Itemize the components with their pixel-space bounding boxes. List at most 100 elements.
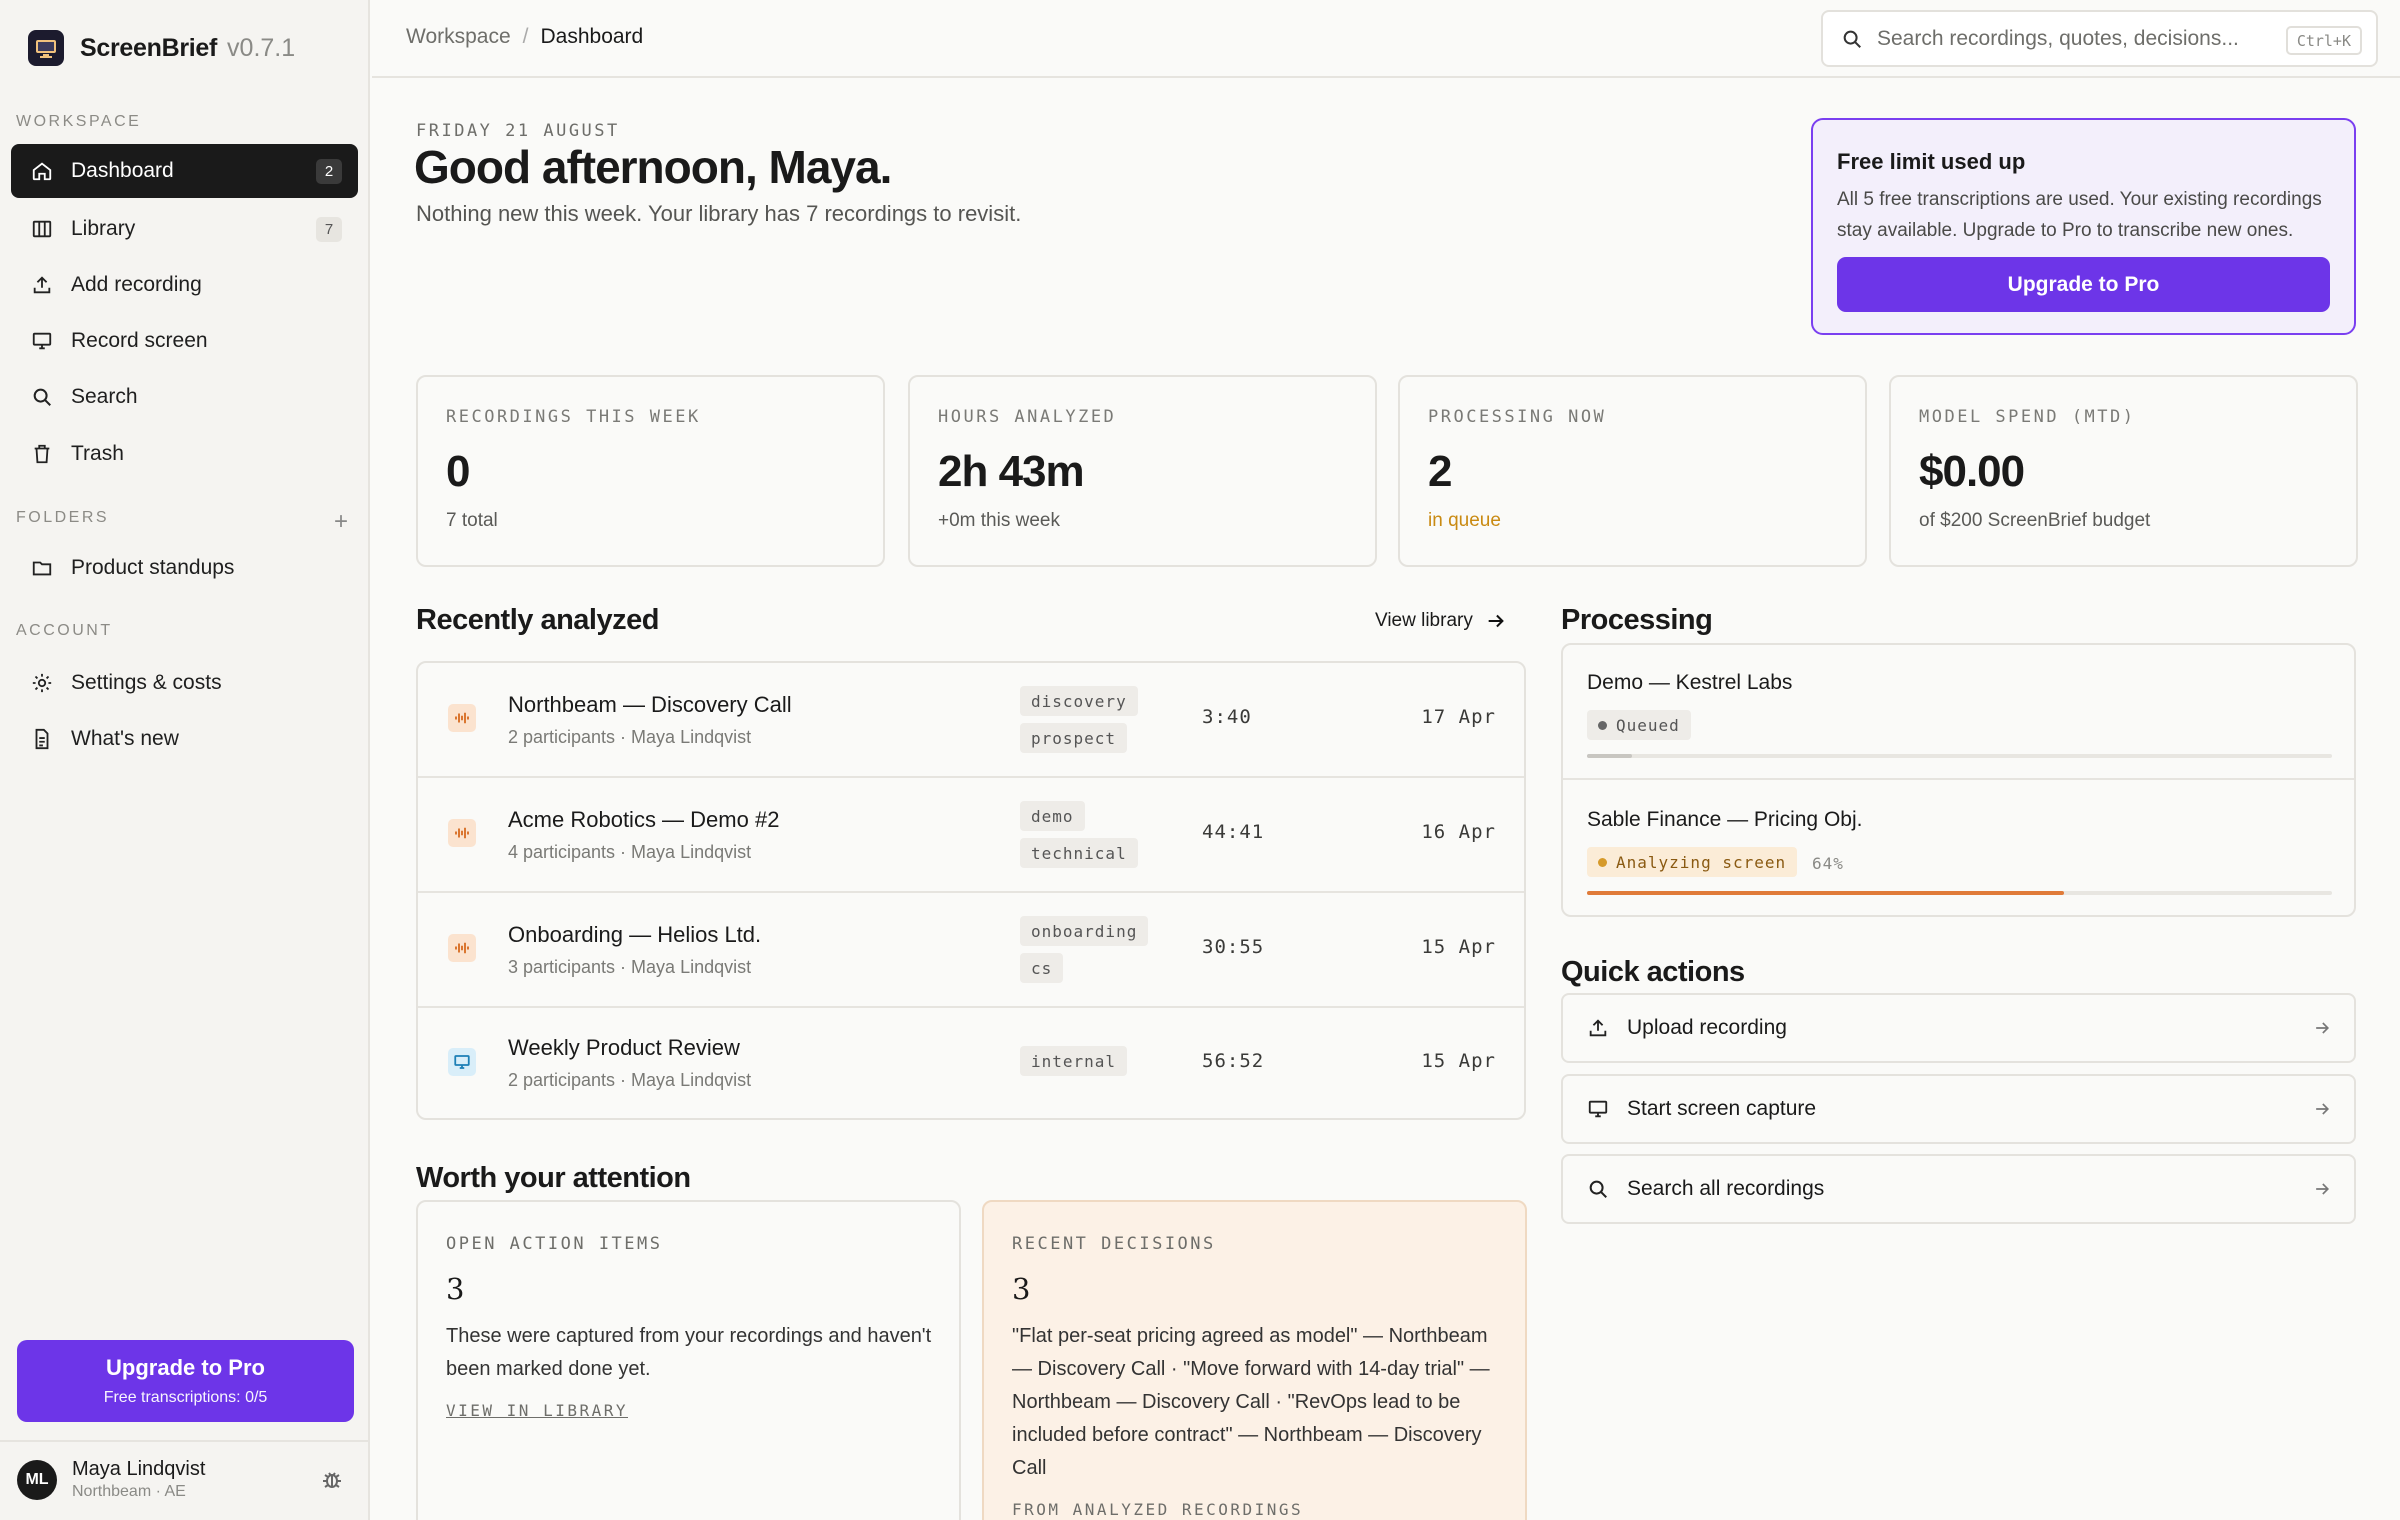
list-item[interactable]: Sable Finance — Pricing Obj. Analyzing s… [1563, 782, 2354, 917]
sidebar-item-whats-new[interactable]: What's new [11, 712, 358, 766]
stat-note: 7 total [446, 510, 498, 531]
page-title: Good afternoon, Maya. [414, 141, 892, 193]
table-row[interactable]: Acme Robotics — Demo #2 4 participants ·… [418, 778, 1524, 893]
stat-card-hours: HOURS ANALYZED 2h 43m +0m this week [908, 375, 1377, 567]
stat-label: MODEL SPEND (MTD) [1919, 407, 2136, 427]
app-logo-icon [28, 30, 64, 66]
library-icon [29, 216, 55, 242]
bug-report-icon[interactable] [320, 1468, 344, 1497]
start-screen-capture-button[interactable]: Start screen capture [1561, 1074, 2356, 1144]
tag: prospect [1020, 723, 1128, 753]
stat-value: 2 [1428, 447, 1453, 496]
recording-title: Northbeam — Discovery Call [508, 692, 792, 717]
search-icon [1587, 1178, 1609, 1200]
limit-title: Free limit used up [1837, 149, 2026, 174]
sidebar-item-library[interactable]: Library 7 [11, 202, 358, 256]
sidebar-upgrade-button[interactable]: Upgrade to Pro Free transcriptions: 0/5 [17, 1340, 354, 1422]
quick-action-label: Upload recording [1627, 1016, 1787, 1039]
dashboard-count-badge: 2 [316, 159, 342, 184]
sidebar-item-settings[interactable]: Settings & costs [11, 656, 358, 710]
table-row[interactable]: Weekly Product Review 2 participants · M… [418, 1008, 1524, 1118]
status-text: Analyzing screen [1616, 852, 1787, 872]
view-in-library-link[interactable]: VIEW IN LIBRARY [446, 1401, 628, 1420]
processing-title: Sable Finance — Pricing Obj. [1587, 808, 1863, 831]
tag: technical [1020, 838, 1138, 868]
library-count-badge: 7 [316, 217, 342, 242]
progress-fill [1587, 891, 2064, 895]
table-row[interactable]: Northbeam — Discovery Call 2 participant… [418, 663, 1524, 778]
settings-sun-icon [29, 670, 55, 696]
upgrade-button-label: Upgrade to Pro [106, 1355, 265, 1380]
quick-action-label: Search all recordings [1627, 1177, 1825, 1200]
sidebar-item-add-recording[interactable]: Add recording [11, 258, 358, 312]
recording-duration: 44:41 [1202, 821, 1265, 843]
recording-title: Weekly Product Review [508, 1035, 740, 1060]
search-placeholder: Search recordings, quotes, decisions... [1877, 26, 2239, 50]
add-folder-button[interactable]: + [334, 508, 348, 536]
user-profile[interactable]: ML Maya Lindqvist Northbeam · AE [0, 1440, 370, 1520]
recording-meta: 3 participants · Maya Lindqvist [508, 957, 752, 977]
search-input[interactable]: Search recordings, quotes, decisions... … [1821, 10, 2378, 67]
sidebar-item-search[interactable]: Search [11, 370, 358, 424]
stat-value: 2h 43m [938, 447, 1085, 496]
arrow-right-icon [1488, 614, 1504, 628]
decisions-footer: FROM ANALYZED RECORDINGS [1012, 1500, 1304, 1519]
sidebar-item-label: Trash [71, 442, 124, 465]
search-icon [29, 384, 55, 410]
arrow-right-icon [2312, 1018, 2332, 1038]
attention-section-title: Worth your attention [416, 1162, 691, 1194]
status-dot-icon [1598, 857, 1607, 867]
progress-fill [1587, 754, 1632, 758]
breadcrumb-workspace[interactable]: Workspace [406, 25, 511, 49]
sidebar: ScreenBrief v0.7.1 WORKSPACE Dashboard 2… [0, 0, 370, 1520]
stat-card-processing: PROCESSING NOW 2 in queue [1398, 375, 1867, 567]
audio-wave-icon [448, 704, 476, 732]
sidebar-item-record-screen[interactable]: Record screen [11, 314, 358, 368]
list-item[interactable]: Demo — Kestrel Labs Queued [1563, 645, 2354, 780]
upgrade-button[interactable]: Upgrade to Pro [1837, 257, 2330, 312]
avatar: ML [17, 1460, 57, 1500]
recording-date: 15 Apr [1421, 1050, 1496, 1072]
document-icon [29, 726, 55, 752]
tag: discovery [1020, 686, 1138, 716]
card-label: OPEN ACTION ITEMS [446, 1234, 663, 1254]
stat-value: 0 [446, 447, 471, 496]
recent-section-title: Recently analyzed [416, 604, 659, 636]
status-dot-icon [1598, 720, 1607, 730]
processing-list: Demo — Kestrel Labs Queued Sable Finance… [1561, 643, 2356, 917]
open-action-items-card: OPEN ACTION ITEMS 3 These were captured … [416, 1200, 961, 1520]
sidebar-folder-product-standups[interactable]: Product standups [11, 541, 358, 595]
page-subtitle: Nothing new this week. Your library has … [416, 201, 1022, 226]
decisions-count: 3 [1012, 1272, 1031, 1306]
monitor-icon [29, 328, 55, 354]
topbar: Workspace / Dashboard Search recordings,… [372, 0, 2400, 78]
limit-text: All 5 free transcriptions are used. Your… [1837, 189, 2322, 241]
recording-title: Acme Robotics — Demo #2 [508, 807, 780, 832]
brand[interactable]: ScreenBrief v0.7.1 [28, 28, 295, 68]
monitor-icon [448, 1048, 476, 1076]
upload-recording-button[interactable]: Upload recording [1561, 993, 2356, 1063]
recordings-table: Northbeam — Discovery Call 2 participant… [416, 661, 1526, 1120]
free-transcriptions-count: Free transcriptions: 0/5 [103, 1389, 268, 1406]
status-badge: Analyzing screen [1587, 847, 1798, 877]
sidebar-item-label: Record screen [71, 329, 208, 352]
breadcrumb-current: Dashboard [540, 25, 644, 48]
table-row[interactable]: Onboarding — Helios Ltd. 3 participants … [418, 893, 1524, 1008]
recording-meta: 4 participants · Maya Lindqvist [508, 842, 752, 862]
stat-note: +0m this week [938, 510, 1060, 531]
tag: demo [1020, 801, 1085, 831]
user-name: Maya Lindqvist [72, 1458, 206, 1480]
monitor-icon [1587, 1098, 1609, 1120]
breadcrumb: Workspace / Dashboard [406, 25, 643, 49]
search-all-recordings-button[interactable]: Search all recordings [1561, 1154, 2356, 1224]
app-name: ScreenBrief [80, 33, 218, 62]
stat-note: of $200 ScreenBrief budget [1919, 510, 2151, 531]
sidebar-item-trash[interactable]: Trash [11, 427, 358, 481]
view-library-link[interactable]: View library [1375, 610, 1507, 632]
recording-title: Onboarding — Helios Ltd. [508, 922, 762, 947]
recording-date: 16 Apr [1421, 821, 1496, 843]
quick-action-label: Start screen capture [1627, 1097, 1817, 1120]
stat-label: PROCESSING NOW [1428, 407, 1607, 427]
view-library-label: View library [1375, 610, 1473, 631]
sidebar-item-dashboard[interactable]: Dashboard 2 [11, 144, 358, 198]
